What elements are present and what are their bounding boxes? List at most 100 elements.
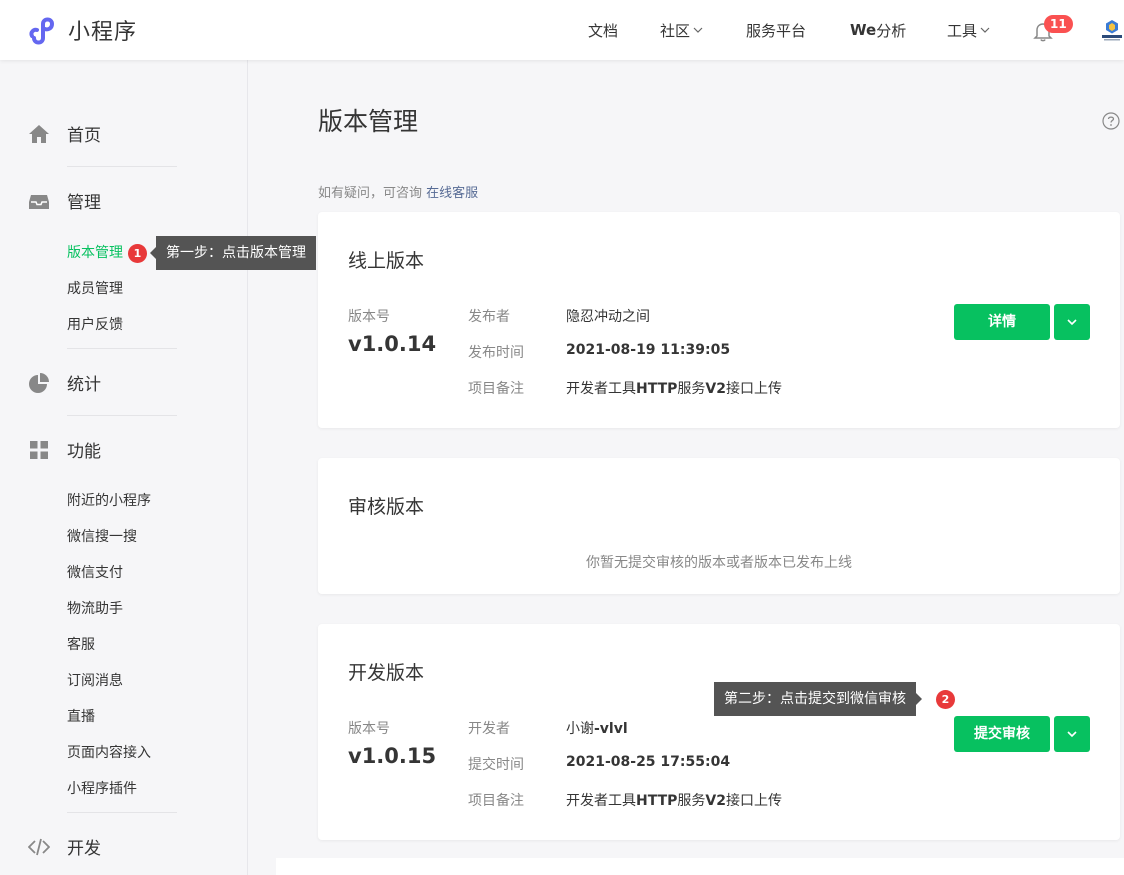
sidebar-item-subscription[interactable]: 订阅消息 bbox=[67, 670, 123, 690]
chevron-down-icon bbox=[980, 27, 990, 33]
note-part: 服务 bbox=[677, 793, 706, 809]
nav-tools[interactable]: 工具 bbox=[947, 0, 990, 60]
sidebar-item-search[interactable]: 微信搜一搜 bbox=[67, 526, 137, 546]
sidebar-item-page-content[interactable]: 页面内容接入 bbox=[67, 742, 151, 762]
review-version-card: 审核版本 你暂无提交审核的版本或者版本已发布上线 bbox=[318, 458, 1120, 594]
note-part: 服务 bbox=[677, 381, 706, 397]
sidebar-item-feedback[interactable]: 用户反馈 bbox=[67, 314, 123, 334]
submit-time-value: 2021-08-25 17:55:04 bbox=[566, 754, 731, 770]
detail-button[interactable]: 详情 bbox=[954, 304, 1050, 340]
dev-version-number: v1.0.15 bbox=[348, 744, 437, 768]
note-value: 开发者工具HTTP服务V2接口上传 bbox=[566, 378, 782, 398]
publisher-value: 隐忍冲动之间 bbox=[566, 309, 650, 325]
sidebar-item-plugins[interactable]: 小程序插件 bbox=[67, 778, 137, 798]
chevron-down-icon bbox=[1067, 319, 1077, 326]
note-value: 开发者工具HTTP服务V2接口上传 bbox=[566, 790, 782, 810]
sidebar-item-logistics[interactable]: 物流助手 bbox=[67, 598, 123, 618]
sidebar-divider bbox=[67, 166, 177, 167]
submit-review-button[interactable]: 提交审核 bbox=[954, 716, 1050, 752]
sidebar-home-label: 首页 bbox=[67, 126, 101, 146]
top-bar: 小程序 文档 社区 服务平台 We 分析 工具 11 bbox=[0, 0, 1124, 60]
nav-docs[interactable]: 文档 bbox=[588, 0, 618, 60]
review-version-title: 审核版本 bbox=[348, 496, 425, 518]
developer-label: 开发者 bbox=[468, 721, 510, 737]
sidebar-home[interactable]: 首页 bbox=[28, 121, 101, 146]
publish-time-value: 2021-08-19 11:39:05 bbox=[566, 342, 731, 358]
help-hint-text: 如有疑问，可咨询 bbox=[318, 186, 423, 201]
sidebar-manage[interactable]: 管理 bbox=[28, 188, 101, 213]
sidebar-stats[interactable]: 统计 bbox=[28, 370, 101, 395]
online-version-number: v1.0.14 bbox=[348, 332, 437, 356]
sidebar-divider bbox=[67, 415, 177, 416]
note-label: 项目备注 bbox=[468, 793, 524, 809]
nav-community[interactable]: 社区 bbox=[660, 0, 703, 60]
dev-version-card: 开发版本 版本号 v1.0.15 开发者 小谢-vlvl 提交时间 2021-0… bbox=[318, 624, 1120, 840]
step-1-tooltip: 第一步：点击版本管理 bbox=[150, 236, 316, 270]
nav-docs-label: 文档 bbox=[588, 21, 619, 40]
help-icon[interactable] bbox=[1102, 112, 1120, 130]
chevron-down-icon bbox=[1067, 731, 1077, 738]
sidebar-item-members[interactable]: 成员管理 bbox=[67, 278, 123, 298]
note-part: 开发者工具 bbox=[566, 381, 636, 397]
sidebar-features-label: 功能 bbox=[67, 442, 101, 462]
note-part: HTTP bbox=[636, 381, 678, 397]
next-card-edge bbox=[276, 858, 1124, 875]
version-label: 版本号 bbox=[348, 721, 390, 737]
sidebar-item-version-management[interactable]: 版本管理 bbox=[67, 242, 123, 262]
sidebar-manage-label: 管理 bbox=[67, 193, 101, 213]
home-icon bbox=[29, 124, 49, 143]
inbox-icon bbox=[29, 194, 49, 209]
nav-community-label: 社区 bbox=[660, 21, 691, 40]
online-version-card: 线上版本 版本号 v1.0.14 发布者 隐忍冲动之间 发布时间 2021-08… bbox=[318, 212, 1120, 428]
avatar[interactable] bbox=[1100, 18, 1124, 42]
chevron-down-icon bbox=[693, 27, 703, 33]
sidebar-stats-label: 统计 bbox=[67, 375, 101, 395]
online-support-link[interactable]: 在线客服 bbox=[426, 186, 478, 201]
nav-we-label: We bbox=[850, 21, 877, 39]
pie-chart-icon bbox=[29, 372, 49, 393]
note-part: 接口上传 bbox=[725, 793, 782, 809]
dev-version-title: 开发版本 bbox=[348, 662, 425, 684]
nav-tools-label: 工具 bbox=[947, 21, 978, 40]
publisher-label: 发布者 bbox=[468, 309, 510, 325]
note-part: HTTP bbox=[636, 793, 678, 809]
logo[interactable]: 小程序 bbox=[28, 14, 137, 46]
step-2-marker: 2 bbox=[936, 690, 955, 709]
note-part: V2 bbox=[705, 381, 726, 397]
publish-time-label: 发布时间 bbox=[468, 345, 524, 361]
help-hint: 如有疑问，可咨询 在线客服 bbox=[318, 182, 478, 201]
page-title: 版本管理 bbox=[318, 107, 419, 136]
note-part: 接口上传 bbox=[725, 381, 782, 397]
sidebar-dev-label: 开发 bbox=[67, 839, 101, 859]
nav-service-platform-label: 服务平台 bbox=[746, 21, 807, 40]
step-2-tooltip: 第二步：点击提交到微信审核 bbox=[714, 682, 922, 716]
developer-value: 小谢-vlvl bbox=[566, 718, 628, 738]
nav-we-analysis[interactable]: We 分析 bbox=[850, 0, 906, 60]
review-empty-text: 你暂无提交审核的版本或者版本已发布上线 bbox=[586, 555, 852, 571]
developer-part: -vlvl bbox=[594, 721, 628, 737]
code-icon bbox=[28, 838, 50, 855]
sidebar-item-pay[interactable]: 微信支付 bbox=[67, 562, 123, 582]
notification-badge: 11 bbox=[1044, 15, 1073, 33]
online-more-dropdown[interactable] bbox=[1054, 304, 1090, 340]
version-label: 版本号 bbox=[348, 309, 390, 325]
developer-part: 小谢 bbox=[566, 721, 594, 737]
note-part: 开发者工具 bbox=[566, 793, 636, 809]
logo-text: 小程序 bbox=[68, 20, 138, 45]
miniprogram-logo-icon bbox=[29, 17, 55, 45]
sidebar-item-nearby[interactable]: 附近的小程序 bbox=[67, 490, 151, 510]
sidebar-dev[interactable]: 开发 bbox=[28, 834, 101, 859]
online-version-title: 线上版本 bbox=[348, 250, 425, 272]
step-1-marker: 1 bbox=[128, 244, 147, 263]
submit-time-label: 提交时间 bbox=[468, 757, 524, 773]
nav-service-platform[interactable]: 服务平台 bbox=[746, 0, 806, 60]
sidebar-item-customer-service[interactable]: 客服 bbox=[67, 634, 95, 654]
nav-analysis-label: 分析 bbox=[876, 21, 907, 40]
dev-more-dropdown[interactable] bbox=[1054, 716, 1090, 752]
sidebar-features[interactable]: 功能 bbox=[28, 437, 101, 462]
sidebar-item-live[interactable]: 直播 bbox=[67, 706, 95, 726]
grid-icon bbox=[30, 440, 48, 459]
sidebar-divider bbox=[67, 348, 177, 349]
note-part: V2 bbox=[705, 793, 726, 809]
note-label: 项目备注 bbox=[468, 381, 524, 397]
